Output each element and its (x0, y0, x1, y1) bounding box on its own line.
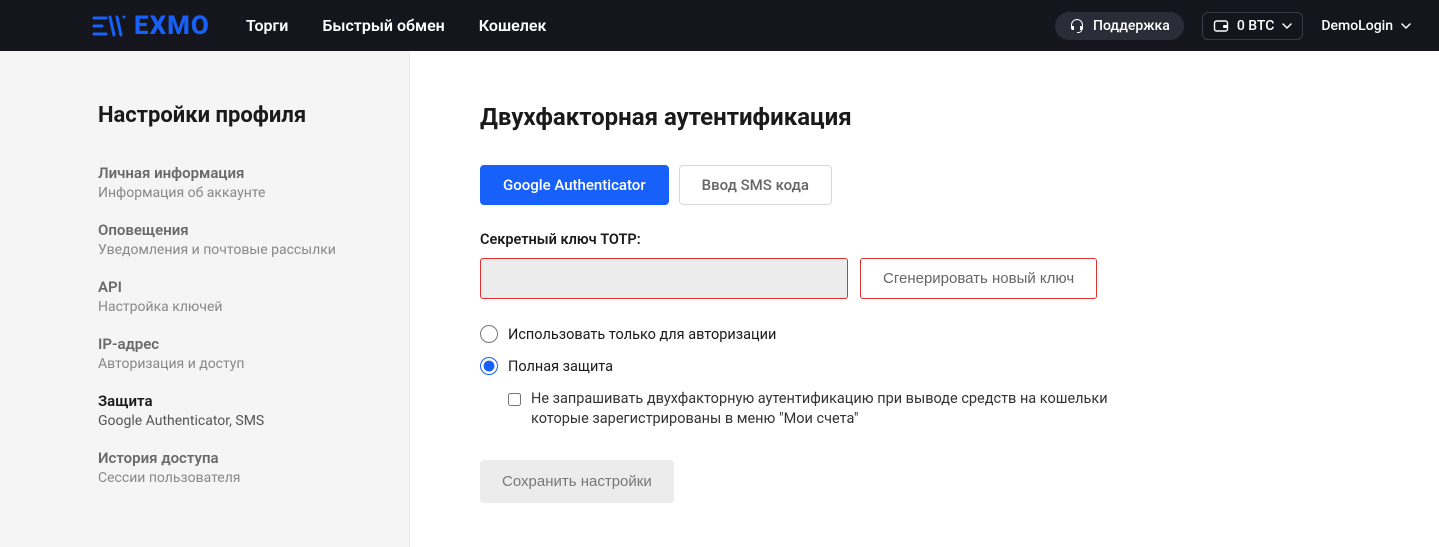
main-panel: Двухфакторная аутентификация Google Auth… (410, 51, 1439, 547)
sidebar-item-access-history[interactable]: История доступа Сессии пользователя (98, 449, 369, 488)
support-button[interactable]: Поддержка (1055, 12, 1184, 40)
header-right: Поддержка 0 BTC DemoLogin (1055, 12, 1411, 40)
save-settings-button[interactable]: Сохранить настройки (480, 460, 674, 503)
sidebar-item-security[interactable]: Защита Google Authenticator, SMS (98, 392, 369, 431)
headset-icon (1069, 18, 1085, 34)
top-header: EXMO Торги Быстрый обмен Кошелек Поддерж… (0, 0, 1439, 51)
totp-secret-input[interactable] (480, 258, 848, 299)
tab-sms-code[interactable]: Ввод SMS кода (679, 165, 832, 205)
checkbox-skip-registered-wallets-input[interactable] (508, 391, 521, 408)
radio-auth-only-input[interactable] (480, 325, 498, 343)
totp-secret-label: Секретный ключ TOTP: (480, 231, 1369, 248)
balance-value: 0 BTC (1237, 18, 1275, 34)
sidebar-item-label: Защита (98, 392, 369, 412)
brand-name: EXMO (134, 11, 210, 41)
user-dropdown[interactable]: DemoLogin (1321, 18, 1411, 34)
radio-full-protection[interactable]: Полная защита (480, 357, 1369, 375)
content-area: Настройки профиля Личная информация Инфо… (0, 51, 1439, 547)
radio-full-protection-input[interactable] (480, 357, 498, 375)
sidebar-item-sublabel: Настройка ключей (98, 298, 369, 318)
totp-key-row: Сгенерировать новый ключ (480, 258, 1369, 299)
support-label: Поддержка (1093, 18, 1170, 34)
tab-google-authenticator[interactable]: Google Authenticator (480, 165, 669, 205)
sidebar-item-sublabel: Сессии пользователя (98, 469, 369, 489)
sidebar-item-api[interactable]: API Настройка ключей (98, 278, 369, 317)
sidebar-item-personal-info[interactable]: Личная информация Информация об аккаунте (98, 164, 369, 203)
nav-quick-exchange[interactable]: Быстрый обмен (322, 16, 444, 35)
logo-mark-icon (92, 15, 126, 37)
nav-wallet[interactable]: Кошелек (479, 16, 547, 35)
balance-dropdown[interactable]: 0 BTC (1202, 12, 1304, 40)
brand-logo[interactable]: EXMO (92, 11, 210, 41)
sidebar-item-label: IP-адрес (98, 335, 369, 355)
sidebar-item-sublabel: Уведомления и почтовые рассылки (98, 241, 369, 261)
sidebar-item-sublabel: Авторизация и доступ (98, 355, 369, 375)
generate-key-button[interactable]: Сгенерировать новый ключ (860, 258, 1097, 299)
checkbox-skip-registered-wallets-label: Не запрашивать двухфакторную аутентифика… (531, 389, 1148, 430)
sidebar-item-ip-address[interactable]: IP-адрес Авторизация и доступ (98, 335, 369, 374)
checkbox-skip-registered-wallets[interactable]: Не запрашивать двухфакторную аутентифика… (508, 389, 1148, 430)
user-name: DemoLogin (1321, 18, 1393, 34)
sidebar-item-label: История доступа (98, 449, 369, 469)
main-nav: Торги Быстрый обмен Кошелек (246, 16, 547, 35)
protection-mode-group: Использовать только для авторизации Полн… (480, 325, 1369, 430)
sidebar-item-sublabel: Информация об аккаунте (98, 184, 369, 204)
settings-sidebar: Настройки профиля Личная информация Инфо… (0, 51, 410, 547)
sidebar-item-label: API (98, 278, 369, 298)
page-heading: Двухфакторная аутентификация (480, 103, 1369, 131)
sidebar-item-label: Оповещения (98, 221, 369, 241)
sidebar-item-notifications[interactable]: Оповещения Уведомления и почтовые рассыл… (98, 221, 369, 260)
chevron-down-icon (1282, 21, 1292, 31)
auth-method-tabs: Google Authenticator Ввод SMS кода (480, 165, 1369, 205)
sidebar-title: Настройки профиля (98, 103, 369, 128)
radio-auth-only-label: Использовать только для авторизации (508, 326, 776, 343)
chevron-down-icon (1401, 21, 1411, 31)
sidebar-item-label: Личная информация (98, 164, 369, 184)
radio-auth-only[interactable]: Использовать только для авторизации (480, 325, 1369, 343)
sidebar-item-sublabel: Google Authenticator, SMS (98, 412, 369, 432)
wallet-icon (1213, 18, 1229, 34)
nav-trades[interactable]: Торги (246, 16, 289, 35)
radio-full-protection-label: Полная защита (508, 358, 613, 375)
